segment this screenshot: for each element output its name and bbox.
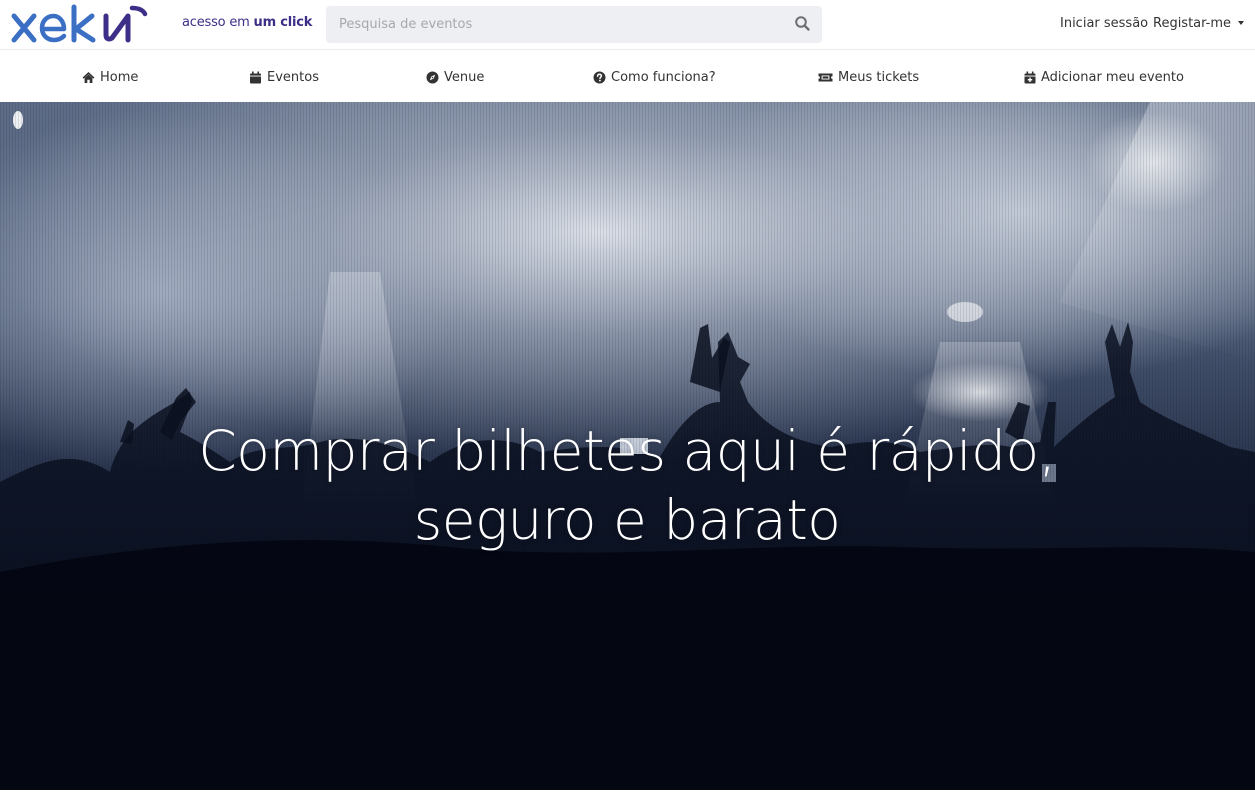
nav-item-adicionar-evento[interactable]: Adicionar meu evento [1024,68,1184,86]
nav-label-venue: Venue [444,69,485,85]
nav-label-como-funciona: Como funciona? [611,69,716,85]
search-icon[interactable] [794,15,812,33]
tagline: acesso em um click [182,15,312,30]
nav-label-adicionar-evento: Adicionar meu evento [1041,69,1184,85]
ticket-icon [818,71,833,84]
caret-down-icon [1238,21,1245,25]
nav-item-venue[interactable]: Venue [426,68,484,86]
question-circle-icon [593,71,606,84]
nav-label-home: Home [100,69,139,85]
hero-title-line-1: Comprar bilhetes aqui é rápido, [198,418,1056,483]
compass-icon [426,71,439,84]
nav-label-eventos: Eventos [267,69,319,85]
calendar-icon [249,71,262,84]
top-bar: acesso em um click Iniciar sessão Regist… [0,0,1255,50]
home-icon [82,71,95,84]
nav-item-meus-tickets[interactable]: Meus tickets [818,68,919,86]
nav-item-eventos[interactable]: Eventos [249,68,319,86]
register-label: Registar-me [1153,16,1232,31]
nav-label-meus-tickets: Meus tickets [838,69,920,85]
search-bar [326,6,822,43]
tagline-text: acesso em [182,15,254,30]
tagline-emphasis: um click [253,15,313,30]
register-dropdown[interactable]: Registar-me [1153,16,1245,31]
nav-item-como-funciona[interactable]: Como funciona? [593,68,716,86]
login-link[interactable]: Iniciar sessão [1060,16,1148,31]
xeki-logo[interactable] [10,2,156,46]
hero-banner: Comprar bilhetes aqui é rápido, seguro e… [0,102,1255,790]
search-input[interactable] [326,6,786,43]
hero-title-line-2: seguro e barato [413,487,841,552]
main-nav: Home Eventos Venue Como funciona? Meus t… [0,51,1255,102]
hero-title: Comprar bilhetes aqui é rápido, seguro e… [127,417,1127,555]
nav-item-home[interactable]: Home [82,68,138,86]
calendar-plus-icon [1024,71,1036,84]
page-bottom-strip [0,790,1255,796]
